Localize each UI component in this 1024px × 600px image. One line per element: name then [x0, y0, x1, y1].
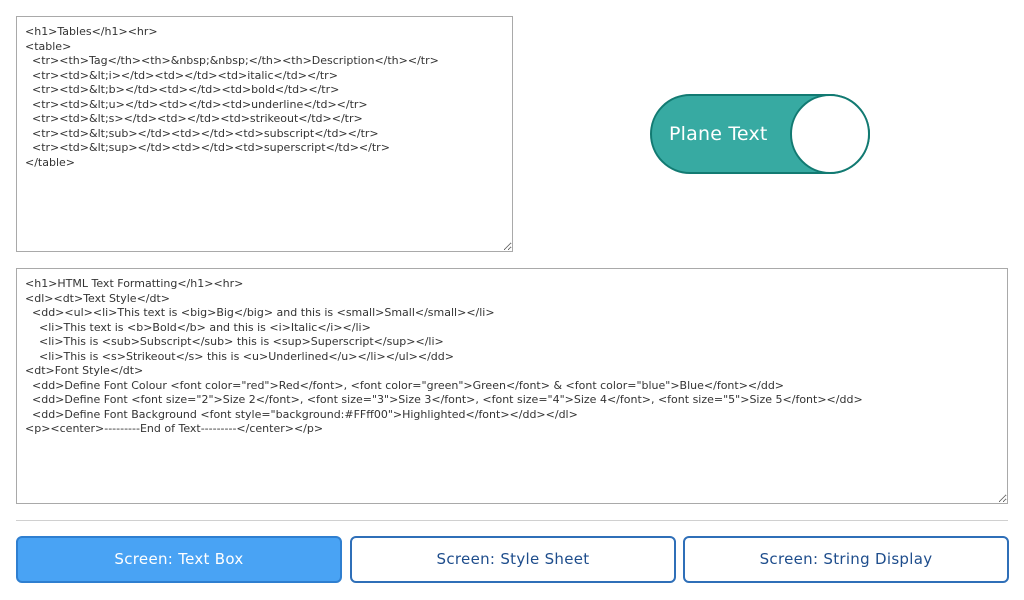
html-source-textbox-formatting[interactable]: <h1>HTML Text Formatting</h1><hr> <dl><d…: [16, 268, 1008, 504]
html-source-textbox-tables[interactable]: <h1>Tables</h1><hr> <table> <tr><th>Tag<…: [16, 16, 513, 252]
tab-style-sheet-button[interactable]: Screen: Style Sheet: [350, 536, 676, 583]
tab-text-box-button[interactable]: Screen: Text Box: [16, 536, 342, 583]
toggle-label: Plane Text: [669, 123, 768, 145]
app-screen: <h1>Tables</h1><hr> <table> <tr><th>Tag<…: [0, 0, 1024, 600]
tab-string-display-button[interactable]: Screen: String Display: [683, 536, 1009, 583]
toggle-knob[interactable]: [790, 94, 870, 174]
divider: [16, 520, 1008, 521]
plane-text-toggle[interactable]: Plane Text: [650, 94, 870, 174]
